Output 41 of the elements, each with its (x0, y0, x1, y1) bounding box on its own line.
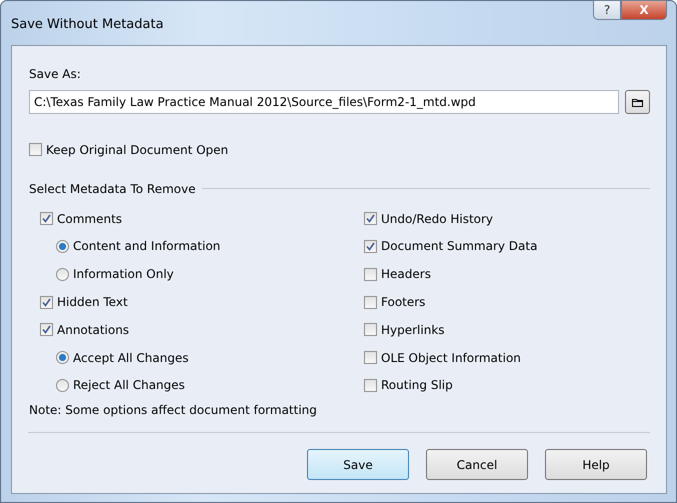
radio-label: Reject All Changes (73, 377, 185, 394)
checkbox[interactable] (29, 143, 42, 156)
file-path-field[interactable]: C:\Texas Family Law Practice Manual 2012\Source_files\Form2-1_mtd.wpd (29, 90, 619, 114)
checkbox-label: Annotations (57, 322, 130, 339)
checkbox[interactable] (40, 296, 53, 309)
checkbox[interactable] (364, 240, 377, 253)
checkbox-label: Undo/Redo History (381, 210, 494, 228)
checkbox[interactable] (364, 378, 377, 392)
checkbox-label: Keep Original Document Open (46, 142, 228, 159)
checkbox[interactable] (364, 351, 377, 364)
group-title: Select Metadata To Remove (29, 180, 196, 198)
checkbox-label: Comments (57, 210, 122, 228)
checkbox-label: Hyperlinks (381, 322, 445, 339)
dialog-button[interactable]: Help (545, 449, 647, 480)
checkbox-label: Headers (381, 266, 431, 284)
checkbox[interactable] (40, 323, 53, 336)
checkbox[interactable] (40, 212, 53, 226)
checkbox[interactable] (364, 323, 377, 336)
note-text: Note: Some options affect document formatting (29, 402, 318, 420)
checkbox[interactable] (364, 268, 377, 281)
radio-button[interactable] (56, 351, 69, 364)
checkbox-label: Routing Slip (381, 377, 453, 394)
radio-button[interactable] (56, 240, 69, 253)
dialog-button[interactable]: Save (307, 449, 409, 480)
folder-icon (632, 98, 643, 106)
radio-label: Accept All Changes (73, 350, 189, 367)
dialog-button[interactable]: Cancel (426, 449, 528, 480)
checkbox-label: OLE Object Information (381, 350, 521, 367)
checkbox[interactable] (364, 212, 377, 226)
checkbox[interactable] (364, 296, 377, 309)
radio-button[interactable] (56, 378, 69, 392)
checkbox-label: Document Summary Data (381, 238, 538, 256)
radio-label: Content and Information (73, 238, 220, 256)
help-button[interactable]: ? (593, 0, 621, 20)
radio-label: Information Only (73, 266, 174, 284)
checkbox-label: Footers (381, 294, 426, 312)
radio-button[interactable] (56, 268, 69, 281)
browse-button[interactable] (625, 90, 650, 114)
window-title: Save Without Metadata (11, 16, 164, 34)
checkbox-label: Hidden Text (57, 294, 128, 312)
save-as-label: Save As: (29, 66, 82, 83)
